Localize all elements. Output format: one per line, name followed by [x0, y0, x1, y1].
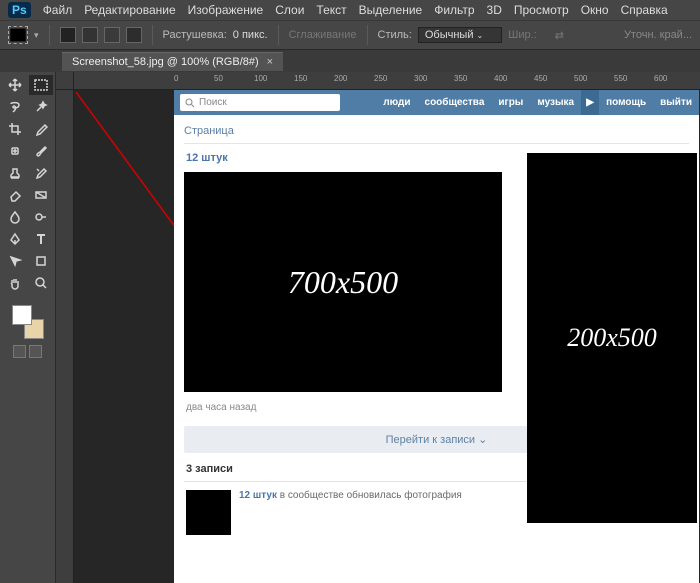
lasso-tool[interactable]	[3, 97, 27, 117]
move-tool[interactable]	[3, 75, 27, 95]
menu-window[interactable]: Окно	[581, 3, 609, 17]
width-label: Шир.:	[508, 29, 536, 41]
feed-text: 12 штук в сообществе обновилась фотограф…	[239, 490, 462, 535]
separator	[278, 25, 279, 45]
menu-filter[interactable]: Фильтр	[434, 3, 474, 17]
post-time: два часа назад	[186, 402, 256, 413]
close-icon[interactable]: ×	[267, 56, 273, 68]
side-image[interactable]: 200x500	[527, 153, 697, 523]
selection-add-icon[interactable]	[82, 27, 98, 43]
tool-preset-chevron-icon[interactable]: ▾	[34, 30, 39, 41]
blur-tool[interactable]	[3, 207, 27, 227]
eyedropper-tool[interactable]	[29, 119, 53, 139]
nav-logout[interactable]: выйти	[653, 90, 699, 115]
menu-edit[interactable]: Редактирование	[84, 3, 175, 17]
play-icon[interactable]: ▶	[581, 90, 599, 115]
brush-tool[interactable]	[29, 141, 53, 161]
menu-image[interactable]: Изображение	[188, 3, 264, 17]
menu-select[interactable]: Выделение	[359, 3, 423, 17]
ruler-vertical	[56, 90, 74, 583]
selection-intersect-icon[interactable]	[126, 27, 142, 43]
feed-thumb	[186, 490, 231, 535]
pen-tool[interactable]	[3, 229, 27, 249]
search-icon	[185, 98, 195, 108]
search-input[interactable]: Поиск	[180, 94, 340, 111]
color-swatches[interactable]	[12, 305, 44, 339]
marquee-tool[interactable]	[29, 75, 53, 95]
style-select[interactable]: Обычный ⌄	[418, 27, 502, 43]
quickmask-toggle[interactable]	[13, 345, 42, 358]
canvas[interactable]: Поиск люди сообщества игры музыка ▶ помо…	[74, 90, 700, 583]
nav-music[interactable]: музыка	[530, 90, 581, 115]
healing-tool[interactable]	[3, 141, 27, 161]
webpage-mock: Поиск люди сообщества игры музыка ▶ помо…	[174, 90, 699, 583]
zoom-tool[interactable]	[29, 273, 53, 293]
tools-panel	[0, 72, 56, 583]
separator	[367, 25, 368, 45]
separator	[49, 25, 50, 45]
web-header: Поиск люди сообщества игры музыка ▶ помо…	[174, 90, 699, 115]
menu-text[interactable]: Текст	[316, 3, 346, 17]
hand-tool[interactable]	[3, 273, 27, 293]
active-tool-icon[interactable]	[8, 26, 28, 44]
path-tool[interactable]	[3, 251, 27, 271]
separator	[152, 25, 153, 45]
menu-layers[interactable]: Слои	[275, 3, 304, 17]
web-nav: люди сообщества игры музыка ▶ помощь вый…	[376, 90, 699, 115]
main-image[interactable]: 700x500	[184, 172, 502, 392]
antialias-label: Сглаживание	[289, 29, 357, 41]
app-logo: Ps	[8, 2, 31, 18]
style-label: Стиль:	[378, 29, 412, 41]
menu-3d[interactable]: 3D	[487, 3, 502, 17]
fg-color[interactable]	[12, 305, 32, 325]
nav-help[interactable]: помощь	[599, 90, 653, 115]
nav-communities[interactable]: сообщества	[418, 90, 492, 115]
menu-view[interactable]: Просмотр	[514, 3, 569, 17]
stamp-tool[interactable]	[3, 163, 27, 183]
posts-count: 3 записи	[186, 463, 233, 475]
refine-edge-button[interactable]: Уточн. край...	[624, 29, 692, 41]
feather-label: Растушевка:	[163, 29, 227, 41]
feather-value[interactable]: 0 пикс.	[233, 29, 268, 41]
nav-games[interactable]: игры	[491, 90, 530, 115]
selection-subtract-icon[interactable]	[104, 27, 120, 43]
selection-new-icon[interactable]	[60, 27, 76, 43]
gradient-tool[interactable]	[29, 185, 53, 205]
menu-help[interactable]: Справка	[621, 3, 668, 17]
document-tab[interactable]: Screenshot_58.jpg @ 100% (RGB/8#) ×	[62, 52, 283, 71]
eraser-tool[interactable]	[3, 185, 27, 205]
search-placeholder: Поиск	[199, 97, 227, 108]
swap-icon: ⇄	[555, 29, 564, 42]
history-brush-tool[interactable]	[29, 163, 53, 183]
nav-people[interactable]: люди	[376, 90, 417, 115]
menu-file[interactable]: Файл	[43, 3, 73, 17]
shape-tool[interactable]	[29, 251, 53, 271]
magic-wand-tool[interactable]	[29, 97, 53, 117]
ruler-corner	[56, 72, 74, 90]
page-title: Страница	[184, 122, 689, 144]
dodge-tool[interactable]	[29, 207, 53, 227]
ruler-horizontal: 050100150200250300350400450500550600	[74, 72, 700, 90]
document-tab-label: Screenshot_58.jpg @ 100% (RGB/8#)	[72, 56, 259, 68]
type-tool[interactable]	[29, 229, 53, 249]
crop-tool[interactable]	[3, 119, 27, 139]
